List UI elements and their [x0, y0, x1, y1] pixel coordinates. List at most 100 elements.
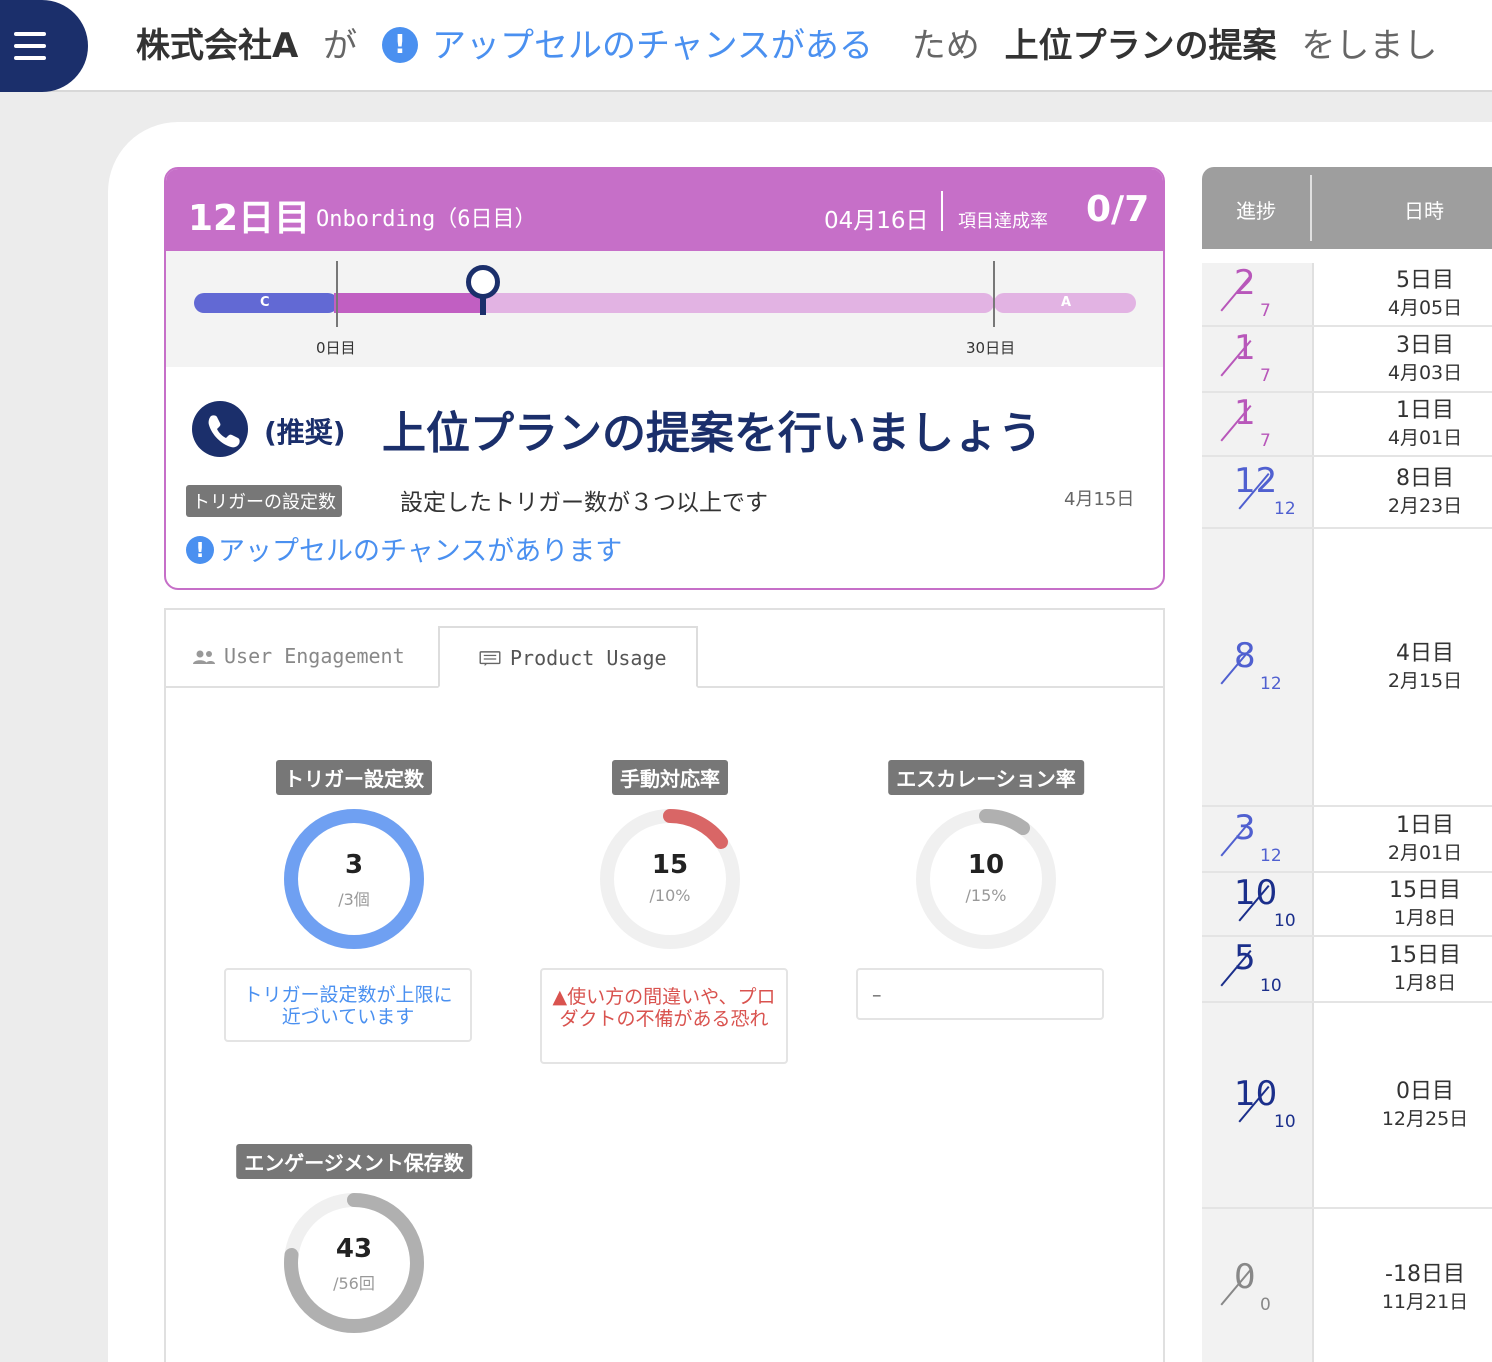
metric-value: 3	[344, 850, 364, 880]
timeline-segment-progress	[334, 293, 486, 313]
recommend-tag: (推奨)	[264, 416, 346, 449]
row-day: 8日目	[1396, 466, 1454, 491]
metric-unit: /3個	[338, 890, 370, 909]
table-row[interactable]: 00 -18日目 11月21日	[1202, 1209, 1492, 1362]
progress-fraction: 17	[1220, 330, 1304, 390]
metric-warning-note: ▲使い方の間違いや、プロダクトの不備がある恐れ	[540, 968, 788, 1064]
metric-gauge: 3 /3個	[279, 804, 429, 954]
headline-reason: ! アップセルのチャンスがある	[381, 26, 887, 66]
table-row[interactable]: 10 10 0日目 12月25日	[1202, 1003, 1492, 1209]
table-row[interactable]: 10 10 15日目 1月8日	[1202, 873, 1492, 937]
progress-fraction: 10 10	[1234, 875, 1304, 935]
row-date-cell: 1日目 4月01日	[1352, 397, 1492, 451]
current-position-pin-icon	[466, 265, 500, 299]
headline-action: 上位プランの提案	[1004, 26, 1277, 66]
metric-value: 10	[967, 850, 1005, 880]
achievement-rate-label: 項目達成率	[958, 211, 1048, 232]
table-row[interactable]: 510 15日目 1月8日	[1202, 937, 1492, 1003]
metric-label: トリガー設定数	[276, 760, 432, 795]
top-bar: 株式会社A が ! アップセルのチャンスがある ため 上位プランの提案 をしまし	[0, 0, 1492, 92]
tab-label: Product Usage	[510, 646, 667, 670]
tab-product-usage[interactable]: Product Usage	[438, 626, 698, 688]
row-date-cell: 1日目 2月01日	[1352, 812, 1492, 866]
progress-denominator: 12	[1260, 846, 1282, 866]
headline-particle: ため	[911, 26, 980, 66]
progress-fraction: 27	[1220, 265, 1304, 325]
tab-user-engagement[interactable]: User Engagement	[192, 626, 405, 688]
metric-unit: /10%	[649, 886, 691, 905]
metric-value: 43	[335, 1234, 373, 1264]
row-date: 4月03日	[1387, 362, 1463, 384]
trigger-date: 4月15日	[1064, 489, 1135, 510]
table-header: 進捗 日時	[1202, 167, 1492, 249]
progress-denominator: 7	[1260, 301, 1271, 321]
headline-particle: が	[323, 26, 358, 66]
row-date-cell: 4日目 2月15日	[1352, 640, 1492, 694]
row-date-cell: 15日目 1月8日	[1352, 942, 1492, 996]
menu-icon-bar	[14, 56, 46, 60]
warning-icon: ▲	[552, 986, 568, 1008]
onboarding-header: 12日目 Onbording（6日目） 04月16日 項目達成率 0/7	[166, 169, 1163, 251]
hamburger-menu-button[interactable]	[0, 0, 88, 92]
row-day: -18日目	[1385, 1262, 1465, 1287]
table-row[interactable]: 27 5日目 4月05日	[1202, 263, 1492, 327]
column-header-progress: 進捗	[1236, 199, 1276, 223]
menu-icon-bar	[14, 44, 46, 48]
row-date: 1月8日	[1393, 907, 1457, 929]
metric-note-text: 使い方の間違いや、プロダクトの不備がある恐れ	[559, 986, 776, 1030]
table-row[interactable]: 812 4日目 2月15日	[1202, 529, 1492, 807]
progress-denominator: 10	[1260, 976, 1282, 996]
metric-note: トリガー設定数が上限に近づいています	[224, 968, 472, 1042]
metric-gauge: 15 /10%	[595, 804, 745, 954]
comment-icon	[479, 651, 501, 667]
row-day: 1日目	[1396, 813, 1454, 838]
row-day: 15日目	[1389, 943, 1461, 968]
table-row[interactable]: 17 1日目 4月01日	[1202, 393, 1492, 457]
users-icon	[193, 650, 215, 664]
history-table: 進捗 日時 275日目4月05日173日目4月03日171日目4月01日1212…	[1202, 167, 1492, 1362]
headline-reason-text: アップセルのチャンスがある	[431, 26, 873, 66]
upsell-notice: ! アップセルのチャンスがあります	[186, 529, 622, 568]
progress-fraction: 12 12	[1234, 463, 1304, 523]
onboarding-phase: Onbording（6日目）	[316, 207, 537, 232]
progress-denominator: 10	[1274, 1112, 1296, 1132]
progress-fraction: 17	[1220, 395, 1304, 455]
row-date-cell: 15日目 1月8日	[1352, 877, 1492, 931]
phone-icon	[192, 401, 248, 457]
upsell-text: アップセルのチャンスがあります	[218, 536, 623, 567]
progress-denominator: 10	[1274, 911, 1296, 931]
row-date: 4月01日	[1387, 427, 1463, 449]
metric-label: エスカレーション率	[888, 760, 1084, 795]
tab-label: User Engagement	[224, 644, 405, 668]
menu-icon-bar	[14, 32, 46, 36]
row-date: 2月01日	[1387, 842, 1463, 864]
progress-numerator: 10	[1234, 873, 1278, 913]
timeline-tick-start	[336, 261, 338, 327]
table-row[interactable]: 12 12 8日目 2月23日	[1202, 457, 1492, 529]
row-date: 11月21日	[1381, 1291, 1469, 1313]
header-divider	[941, 191, 943, 231]
recommend-title: 上位プランの提案を行いましょう	[382, 408, 1042, 459]
timeline-segment-remaining	[484, 293, 994, 313]
column-divider	[1310, 175, 1312, 241]
progress-fraction: 510	[1220, 940, 1304, 1000]
onboarding-day: 12日目	[188, 198, 311, 239]
segment-a-label: A	[1061, 295, 1072, 310]
info-icon: !	[186, 536, 214, 564]
metric-label: エンゲージメント保存数	[236, 1144, 472, 1179]
progress-numerator: 10	[1234, 1074, 1278, 1114]
progress-denominator: 0	[1260, 1295, 1271, 1315]
row-date-cell: 8日目 2月23日	[1352, 465, 1492, 519]
metric-unit: /15%	[965, 886, 1007, 905]
row-day: 15日目	[1389, 878, 1461, 903]
current-position-pin-stem	[480, 297, 486, 315]
table-row[interactable]: 17 3日目 4月03日	[1202, 327, 1492, 393]
metric-note: –	[856, 968, 1104, 1020]
row-date-cell: 5日目 4月05日	[1352, 267, 1492, 321]
row-date-cell: -18日目 11月21日	[1352, 1261, 1492, 1315]
row-day: 5日目	[1396, 268, 1454, 293]
tick-label-start: 0日目	[316, 339, 356, 357]
row-day: 0日目	[1396, 1079, 1454, 1104]
table-row[interactable]: 312 1日目 2月01日	[1202, 807, 1492, 873]
row-day: 1日目	[1396, 398, 1454, 423]
